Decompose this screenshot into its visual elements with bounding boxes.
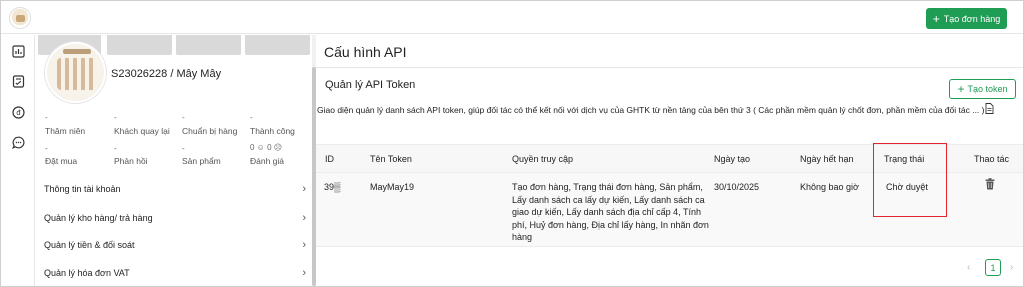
plus-icon: + [932, 11, 940, 26]
section-title: Quản lý API Token [325, 79, 416, 91]
checklist-icon[interactable] [12, 75, 25, 88]
stat-value: - [114, 144, 117, 153]
access-line: Lấy danh sách ca lấy dự kiến, Lấy danh s… [512, 194, 705, 205]
trash-icon[interactable] [985, 178, 995, 190]
create-order-button[interactable]: + Tạo đơn hàng [926, 8, 1007, 29]
stat-label: Phản hồi [114, 156, 148, 166]
cell-id: 39▒ [324, 182, 341, 192]
chevron-right-icon: › [302, 267, 306, 279]
cell-token-name: MayMay19 [370, 182, 415, 192]
column-header-id[interactable]: ID [325, 154, 334, 164]
stat-label: Đặt mua [45, 156, 78, 166]
stat-value: - [45, 113, 48, 122]
plus-icon: + [957, 82, 965, 96]
create-token-label: Tạo token [967, 84, 1008, 94]
column-header-created[interactable]: Ngày tạo [714, 154, 750, 164]
stat-value: - [182, 113, 185, 122]
username: S23026228 / Mây Mây [111, 68, 222, 80]
access-line: Tạo đơn hàng, Trạng thái đơn hàng, Sản p… [512, 182, 703, 192]
menu-warehouse[interactable]: Quản lý kho hàng/ trả hàng › [44, 206, 306, 230]
column-header-token-name[interactable]: Tên Token [370, 154, 412, 164]
dashboard-icon[interactable] [12, 45, 25, 58]
stat-label: Khách quay lại [114, 126, 170, 136]
stat-label: Đánh giá [250, 156, 285, 166]
create-token-button[interactable]: + Tạo token [949, 79, 1016, 99]
top-bar: + Tạo đơn hàng [1, 1, 1023, 34]
menu-finance[interactable]: Quản lý tiền & đối soát › [44, 233, 306, 257]
rating-counts: 0 ☺ 0 ☹ [250, 143, 283, 152]
menu-vat-invoice[interactable]: Quản lý hóa đơn VAT › [44, 261, 306, 285]
menu-label: Quản lý tiền & đối soát [44, 240, 135, 250]
svg-text:đ: đ [16, 109, 21, 117]
chat-icon[interactable] [12, 136, 25, 149]
logo[interactable] [9, 7, 31, 29]
column-header-access[interactable]: Quyền truy cập [512, 154, 573, 164]
description-text: Giao diện quản lý danh sách API token, g… [317, 105, 985, 115]
pagination-next[interactable]: › [1010, 262, 1013, 273]
stat-value: - [250, 113, 253, 122]
icon-rail: đ [1, 35, 35, 286]
access-line: giao dự kiến, Lấy danh sách địa chỉ cấp … [512, 207, 701, 218]
create-order-label: Tạo đơn hàng [943, 13, 1001, 24]
stat-value: - [182, 144, 185, 153]
stat-label: Thành công [250, 126, 295, 136]
menu-label: Quản lý hóa đơn VAT [44, 268, 130, 278]
column-header-expires[interactable]: Ngày hết hạn [800, 154, 854, 164]
stat-label: Thâm niên [45, 126, 86, 136]
menu-label: Quản lý kho hàng/ trả hàng [44, 213, 153, 223]
document-icon[interactable] [985, 103, 994, 114]
cell-expires: Không bao giờ [800, 182, 859, 192]
access-line: hàng [512, 232, 533, 243]
pagination-page[interactable]: 1 [985, 259, 1001, 276]
stat-label: Sản phẩm [182, 156, 221, 166]
main-content: Cấu hình API Quản lý API Token + Tạo tok… [316, 35, 1023, 286]
chevron-right-icon: › [302, 239, 306, 251]
column-header-actions[interactable]: Thao tác [974, 154, 1009, 164]
dollar-icon[interactable]: đ [12, 106, 25, 119]
cell-created: 30/10/2025 [714, 182, 760, 192]
access-line: phí, Huỷ đơn hàng, Địa chỉ lấy hàng, In … [512, 219, 709, 230]
stat-label: Chuẩn bị hàng [182, 126, 238, 136]
avatar[interactable] [45, 42, 106, 103]
page-title: Cấu hình API [324, 44, 407, 60]
cell-access: Tạo đơn hàng, Trạng thái đơn hàng, Sản p… [512, 181, 709, 244]
pagination-prev[interactable]: ‹ [967, 262, 970, 273]
menu-account-info[interactable]: Thông tin tài khoản › [44, 177, 306, 201]
chevron-right-icon: › [302, 183, 306, 195]
profile-panel: S23026228 / Mây Mây - Thâm niên - Khách … [36, 35, 312, 286]
stat-value: - [45, 144, 48, 153]
menu-label: Thông tin tài khoản [44, 184, 121, 194]
chevron-right-icon: › [302, 212, 306, 224]
stat-value: - [114, 113, 117, 122]
status-highlight-box [873, 143, 947, 217]
divider [316, 67, 1023, 68]
